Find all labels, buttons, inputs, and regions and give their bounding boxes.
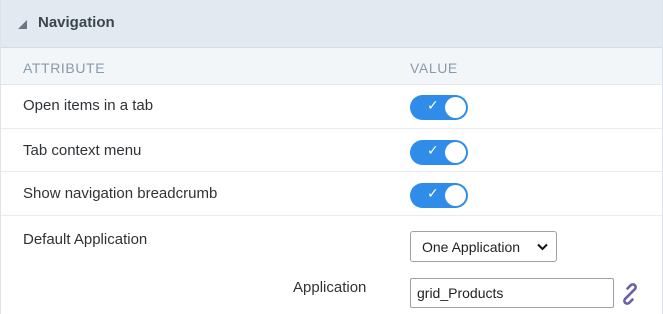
column-header-row: ATTRIBUTE VALUE <box>1 48 662 85</box>
open-items-in-tab-toggle[interactable]: ✓ <box>410 95 468 120</box>
setting-label: Show navigation breadcrumb <box>23 185 218 202</box>
setting-row-tab-context-menu: Tab context menu ✓ <box>1 129 662 172</box>
check-icon: ✓ <box>427 186 439 202</box>
setting-label: Default Application <box>23 231 148 248</box>
panel-header[interactable]: Navigation <box>1 0 662 48</box>
toggle-knob <box>445 185 466 206</box>
check-icon: ✓ <box>427 98 439 114</box>
toggle-knob <box>445 97 466 118</box>
select-value: One Application <box>422 239 521 255</box>
toggle-knob <box>445 142 466 163</box>
setting-label: Tab context menu <box>23 142 142 159</box>
link-chain-icon[interactable] <box>619 283 641 305</box>
value-column-header: VALUE <box>410 60 458 76</box>
application-label: Application <box>293 279 367 296</box>
attribute-column-header: ATTRIBUTE <box>23 60 106 76</box>
application-input[interactable] <box>410 278 614 308</box>
tab-context-menu-toggle[interactable]: ✓ <box>410 140 468 165</box>
check-icon: ✓ <box>427 143 439 159</box>
setting-row-navigation-breadcrumb: Show navigation breadcrumb ✓ <box>1 172 662 216</box>
collapse-triangle-icon[interactable] <box>18 20 27 29</box>
chevron-down-icon <box>537 243 548 251</box>
setting-row-open-items-in-tab: Open items in a tab ✓ <box>1 85 662 129</box>
default-application-select[interactable]: One Application <box>410 231 557 262</box>
panel-title: Navigation <box>38 14 115 31</box>
navigation-panel: Navigation ATTRIBUTE VALUE Open items in… <box>0 0 663 314</box>
setting-label: Open items in a tab <box>23 97 154 114</box>
navigation-breadcrumb-toggle[interactable]: ✓ <box>410 183 468 208</box>
